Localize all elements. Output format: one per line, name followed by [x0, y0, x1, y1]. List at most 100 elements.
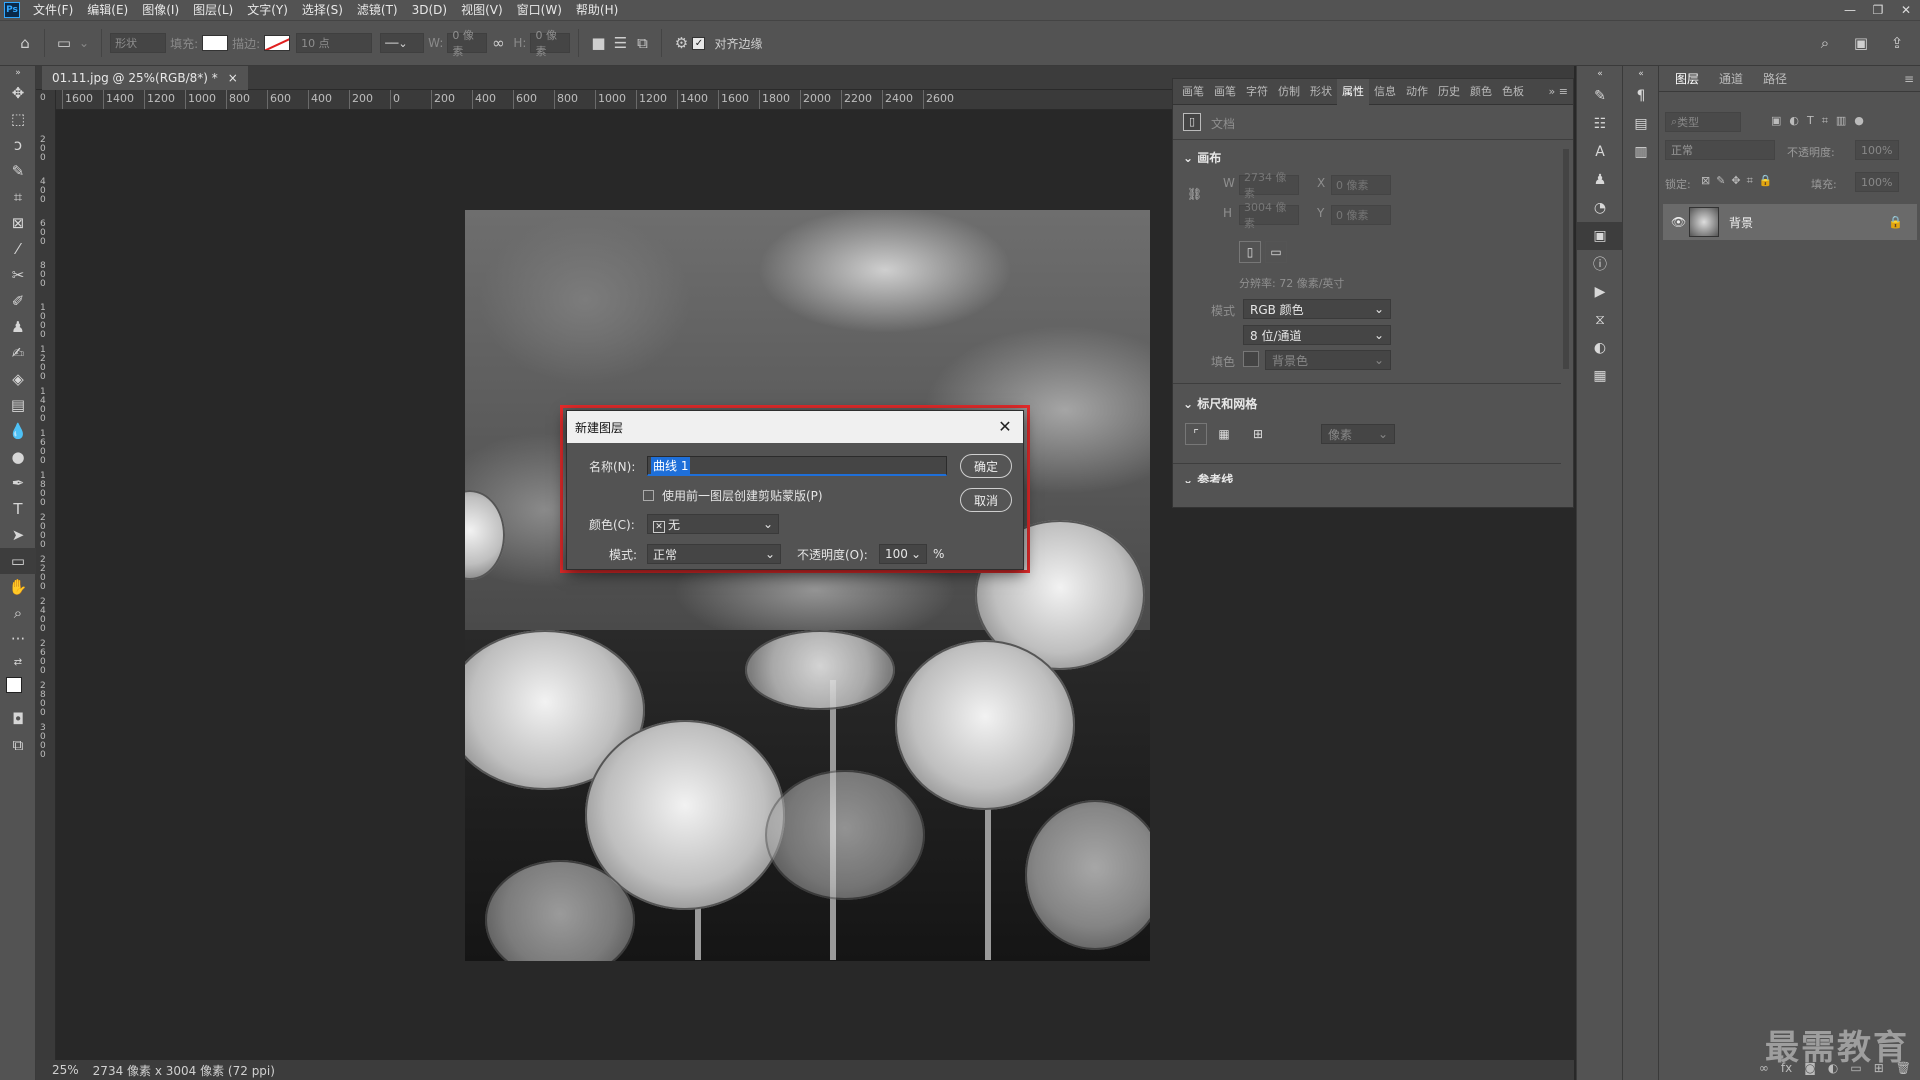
screen-mode-icon[interactable]: ⧉: [0, 732, 36, 758]
bit-depth-select[interactable]: 8 位/通道 ⌄: [1243, 325, 1391, 345]
lock-icons[interactable]: ⊠✎✥⌗🔒: [1701, 174, 1779, 188]
layer-row-background[interactable]: 👁 背景 🔒: [1663, 204, 1917, 240]
gradient-tool-icon[interactable]: ▤: [0, 392, 36, 418]
width-input[interactable]: 0 像素: [447, 29, 488, 58]
link-icon[interactable]: ∞: [487, 32, 509, 54]
tab-layers[interactable]: 图层: [1665, 66, 1709, 92]
tab-7[interactable]: 动作: [1401, 79, 1433, 105]
menu-file[interactable]: 文件(F): [26, 0, 80, 20]
blend-mode-select[interactable]: 正常: [1665, 140, 1775, 160]
marquee-tool-icon[interactable]: ⬚: [0, 106, 36, 132]
cancel-button[interactable]: 取消: [960, 488, 1012, 512]
zoom-level[interactable]: 25%: [52, 1063, 79, 1077]
pixel-grid-icon[interactable]: ⊞: [1247, 423, 1269, 445]
hand-tool-icon[interactable]: ✋: [0, 574, 36, 600]
clipping-mask-checkbox[interactable]: [643, 490, 654, 501]
document-image[interactable]: [465, 210, 1150, 961]
type-tool-icon[interactable]: T: [0, 496, 36, 522]
actions-icon[interactable]: ▶: [1577, 278, 1623, 306]
shape-mode-select[interactable]: 形状: [110, 33, 167, 53]
chevron-down-icon[interactable]: ⌄: [79, 36, 89, 50]
tab-3[interactable]: 仿制: [1273, 79, 1305, 105]
link-icon[interactable]: ⛓: [1187, 187, 1202, 201]
history-brush-tool-icon[interactable]: ✍: [0, 340, 36, 366]
vertical-ruler[interactable]: 0 200 400 600 800 1000 1200 1400 1600 1800 2000 220…: [36, 90, 56, 1060]
pen-tool-icon[interactable]: ✒: [0, 470, 36, 496]
tab-10[interactable]: 色板: [1497, 79, 1529, 105]
stroke-color-swatch[interactable]: [264, 35, 291, 51]
grid-icon[interactable]: ▦: [1213, 423, 1235, 445]
tab-channels[interactable]: 通道: [1709, 66, 1753, 92]
portrait-icon[interactable]: ▯: [1239, 241, 1261, 263]
swap-colors-icon[interactable]: ⇄: [0, 652, 36, 672]
stroke-size-input[interactable]: 10 点: [296, 33, 373, 53]
menu-type[interactable]: 文字(Y): [240, 0, 295, 20]
collapse-icon[interactable]: «: [1577, 66, 1623, 82]
paragraph-icon[interactable]: ¶: [1623, 82, 1659, 110]
layer-name-input[interactable]: 曲线 1: [647, 456, 947, 476]
move-tool-icon[interactable]: ✥: [0, 80, 36, 106]
ok-button[interactable]: 确定: [960, 454, 1012, 478]
workspace-icon[interactable]: ▣: [1850, 32, 1872, 54]
mode-select[interactable]: 正常 ⌄: [647, 544, 781, 564]
libraries-icon[interactable]: ▤: [1623, 110, 1659, 138]
crop-tool-icon[interactable]: ⌗: [0, 184, 36, 210]
frame-tool-icon[interactable]: ⊠: [0, 210, 36, 236]
menu-layer[interactable]: 图层(L): [186, 0, 240, 20]
eyedropper-tool-icon[interactable]: ⁄: [0, 236, 36, 262]
adjustments-icon[interactable]: ☷: [1577, 110, 1623, 138]
guides-header[interactable]: ⌄ 参考线: [1183, 471, 1233, 483]
fill-swatch[interactable]: [1243, 351, 1259, 367]
close-tab-icon[interactable]: ×: [228, 71, 238, 85]
fill-color-swatch[interactable]: [202, 35, 229, 51]
stroke-type-select[interactable]: ──⌄: [380, 33, 425, 53]
tab-5[interactable]: 属性: [1337, 78, 1369, 105]
landscape-icon[interactable]: ▭: [1265, 241, 1287, 263]
shapes-icon[interactable]: ◔: [1577, 194, 1623, 222]
height-input[interactable]: 0 像素: [530, 29, 571, 58]
minimize-button[interactable]: —: [1836, 3, 1864, 17]
home-icon[interactable]: ⌂: [14, 32, 36, 54]
brush-settings-icon[interactable]: ✎: [1577, 82, 1623, 110]
canvas-height-input[interactable]: 3004 像素: [1239, 201, 1299, 230]
lasso-tool-icon[interactable]: ↄ: [0, 132, 36, 158]
path-operations-icon[interactable]: ■: [587, 32, 609, 54]
info-icon[interactable]: ⓘ: [1577, 250, 1623, 278]
layer-opacity-input[interactable]: 100%: [1855, 140, 1899, 160]
eye-icon[interactable]: 👁: [1671, 215, 1686, 229]
menu-view[interactable]: 视图(V): [454, 0, 510, 20]
dodge-tool-icon[interactable]: ●: [0, 444, 36, 470]
tool-preset-icon[interactable]: ▭: [53, 32, 75, 54]
menu-image[interactable]: 图像(I): [135, 0, 186, 20]
menu-help[interactable]: 帮助(H): [569, 0, 625, 20]
path-select-tool-icon[interactable]: ➤: [0, 522, 36, 548]
properties-icon[interactable]: ▣: [1577, 222, 1623, 250]
canvas-section-header[interactable]: ⌄ 画布: [1183, 149, 1221, 166]
tab-2[interactable]: 字符: [1241, 79, 1273, 105]
quick-select-tool-icon[interactable]: ✎: [0, 158, 36, 184]
quick-mask-icon[interactable]: ◘: [0, 706, 36, 732]
color-icon[interactable]: ◐: [1577, 334, 1623, 362]
tab-paths[interactable]: 路径: [1753, 66, 1797, 92]
tab-4[interactable]: 形状: [1305, 79, 1337, 105]
menu-edit[interactable]: 编辑(E): [80, 0, 135, 20]
canvas-width-input[interactable]: 2734 像素: [1239, 171, 1299, 200]
tab-8[interactable]: 历史: [1433, 79, 1465, 105]
chevron-down-icon[interactable]: ⌄: [911, 547, 921, 561]
opacity-input[interactable]: 100 ⌄: [879, 544, 927, 564]
ruler-unit-select[interactable]: 像素 ⌄: [1321, 424, 1395, 444]
restore-button[interactable]: ❐: [1864, 3, 1892, 17]
swatches-icon[interactable]: ▦: [1577, 362, 1623, 390]
menu-filter[interactable]: 滤镜(T): [350, 0, 405, 20]
gear-icon[interactable]: ⚙: [670, 32, 692, 54]
align-edges-checkbox[interactable]: ✓: [692, 36, 706, 50]
tab-1[interactable]: 画笔: [1209, 79, 1241, 105]
more-tools-icon[interactable]: ···: [0, 626, 36, 652]
panel-menu-icon[interactable]: ≡: [1894, 66, 1920, 92]
notes-icon[interactable]: ▥: [1623, 138, 1659, 166]
eraser-tool-icon[interactable]: ◈: [0, 366, 36, 392]
tab-0[interactable]: 画笔: [1177, 79, 1209, 105]
foreground-color[interactable]: [6, 677, 22, 693]
fill-select[interactable]: 背景色 ⌄: [1265, 350, 1391, 370]
path-arrangement-icon[interactable]: ⧉: [631, 32, 653, 54]
